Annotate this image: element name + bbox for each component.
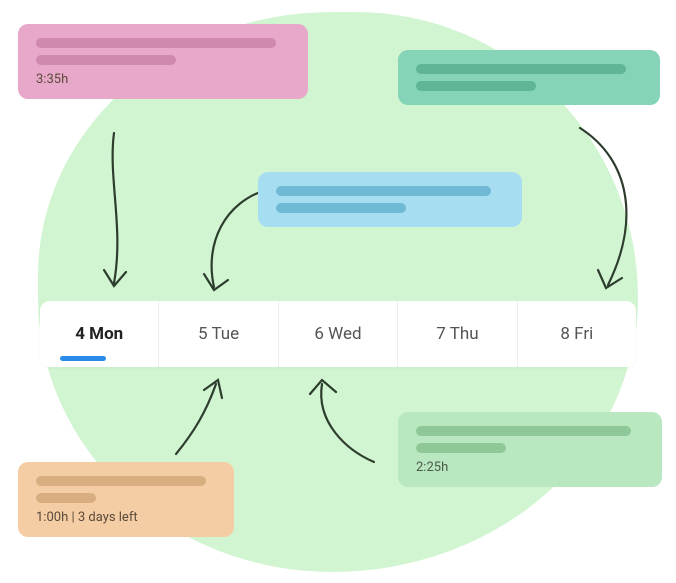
- arrow-green-to-wed: [296, 372, 386, 472]
- arrow-orange-to-tue: [164, 372, 234, 462]
- day-label: 4 Mon: [75, 324, 123, 344]
- task-card-blue[interactable]: [258, 172, 522, 227]
- placeholder-line: [416, 81, 536, 91]
- placeholder-line: [36, 476, 206, 486]
- arrow-teal-to-fri: [560, 120, 650, 300]
- day-cell-wed[interactable]: 6 Wed: [279, 301, 398, 367]
- card-duration: 1:00h | 3 days left: [36, 510, 216, 525]
- placeholder-line: [416, 64, 626, 74]
- day-cell-tue[interactable]: 5 Tue: [159, 301, 278, 367]
- active-day-indicator: [60, 356, 106, 361]
- task-card-orange[interactable]: 1:00h | 3 days left: [18, 462, 234, 537]
- day-label: 6 Wed: [314, 324, 361, 344]
- placeholder-line: [36, 38, 276, 48]
- day-label: 7 Thu: [436, 324, 478, 344]
- day-cell-thu[interactable]: 7 Thu: [398, 301, 517, 367]
- placeholder-line: [276, 203, 406, 213]
- placeholder-line: [36, 55, 176, 65]
- task-card-pink[interactable]: 3:35h: [18, 24, 308, 99]
- placeholder-line: [276, 186, 491, 196]
- task-card-green[interactable]: 2:25h: [398, 412, 662, 487]
- placeholder-line: [36, 493, 96, 503]
- day-cell-fri[interactable]: 8 Fri: [518, 301, 636, 367]
- week-strip: 4 Mon 5 Tue 6 Wed 7 Thu 8 Fri: [40, 301, 636, 367]
- placeholder-line: [416, 443, 506, 453]
- day-label: 8 Fri: [560, 324, 593, 344]
- arrow-pink-to-mon: [84, 128, 144, 298]
- day-cell-mon[interactable]: 4 Mon: [40, 301, 159, 367]
- card-duration: 3:35h: [36, 72, 290, 87]
- placeholder-line: [416, 426, 631, 436]
- card-duration: 2:25h: [416, 460, 644, 475]
- day-label: 5 Tue: [198, 324, 239, 344]
- task-card-teal[interactable]: [398, 50, 660, 105]
